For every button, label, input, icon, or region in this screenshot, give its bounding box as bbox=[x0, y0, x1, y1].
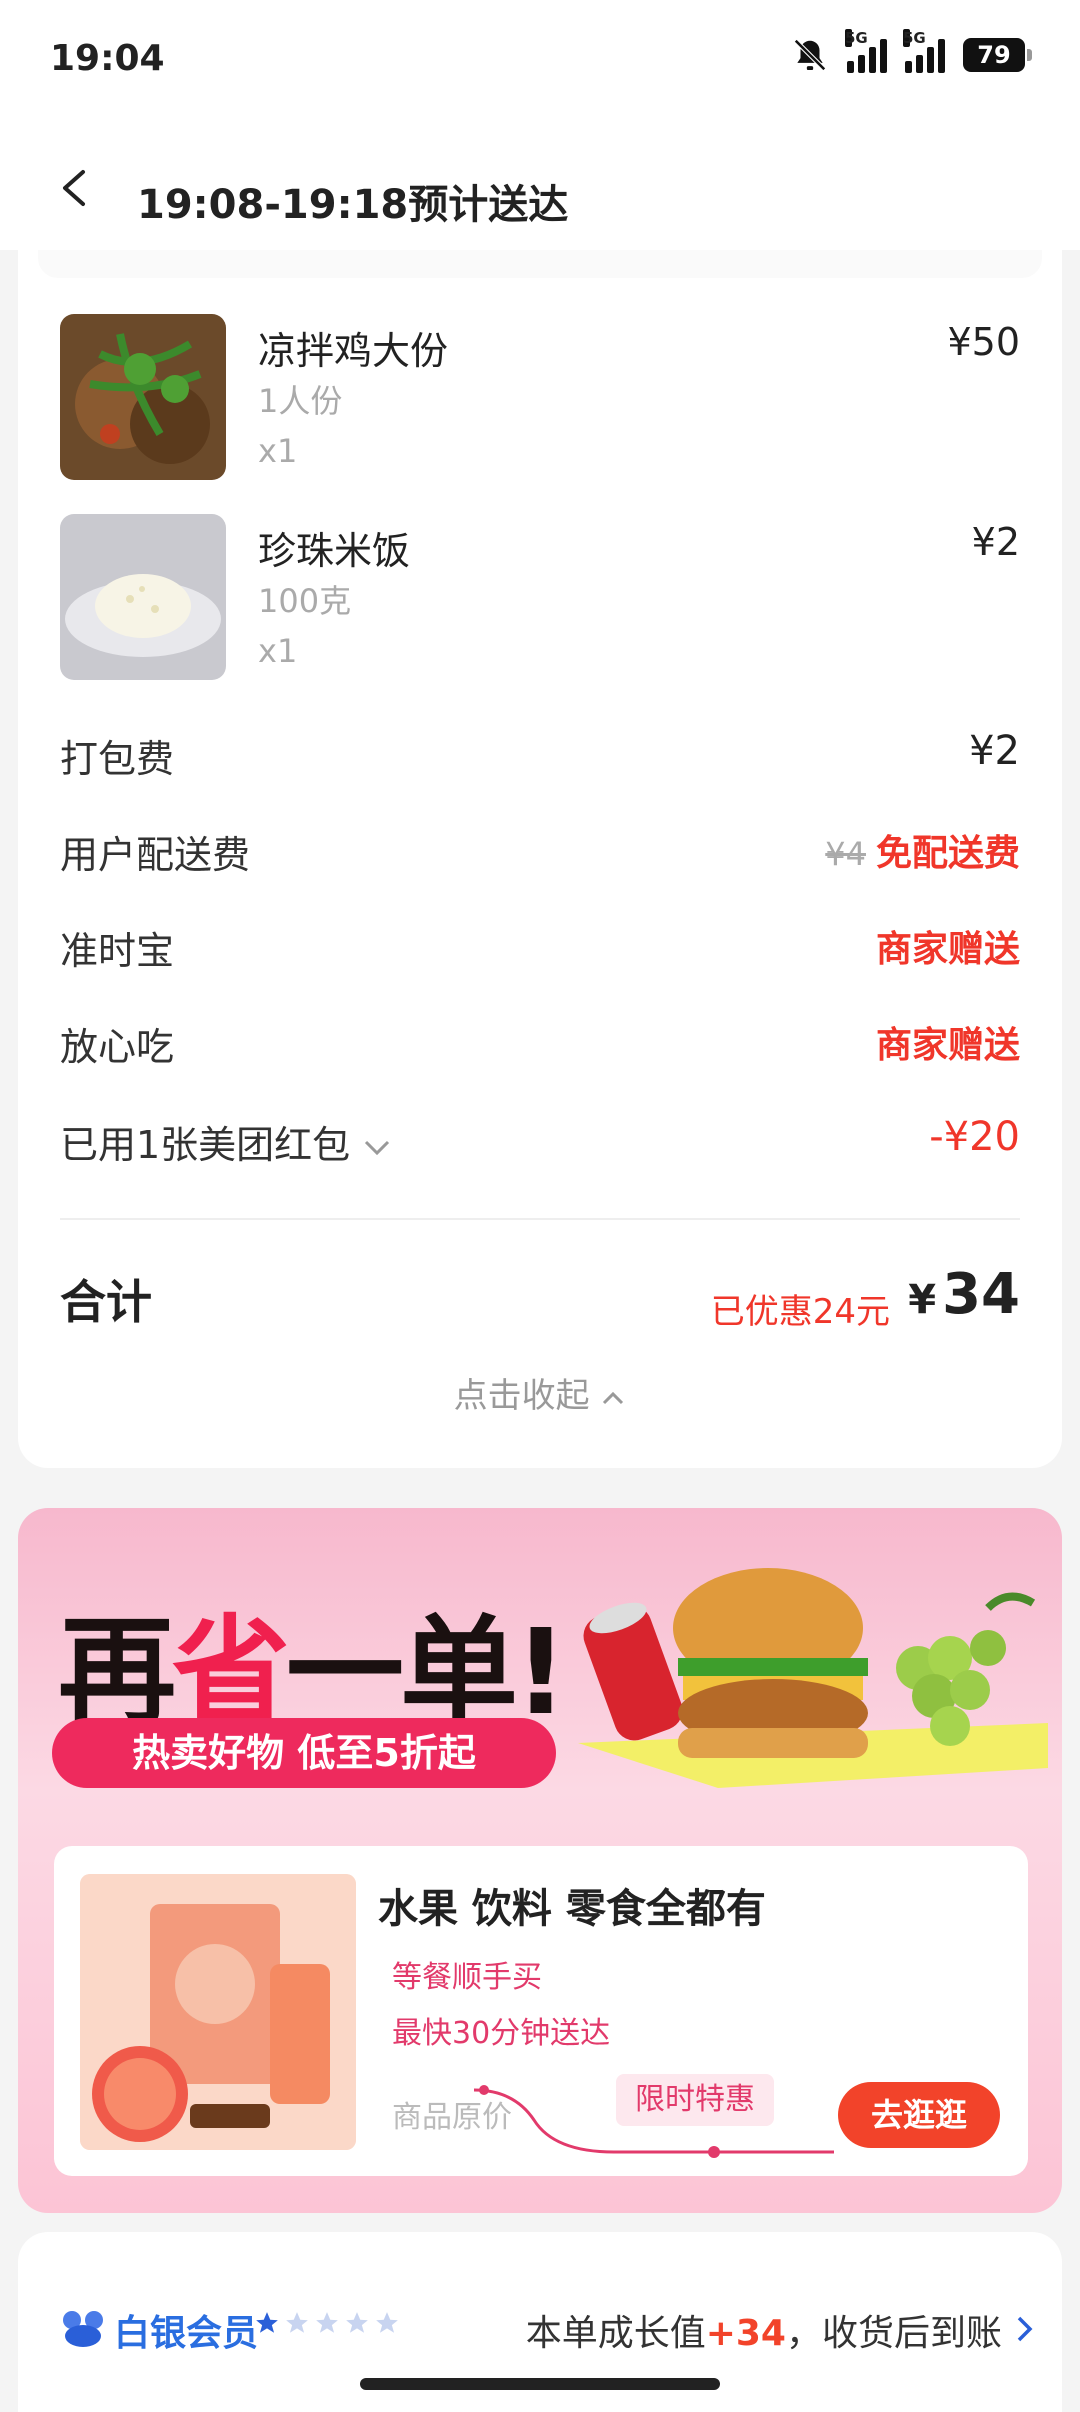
item-spec: 1人份 bbox=[258, 382, 343, 420]
original-price-label: 商品原价 bbox=[392, 2100, 512, 2135]
promo-pill: 热卖好物 低至5折起 bbox=[52, 1718, 556, 1788]
card-top-strip bbox=[38, 250, 1042, 278]
growth-value-text: 本单成长值+34，收货后到账 bbox=[526, 2304, 1002, 2356]
divider bbox=[60, 1218, 1020, 1220]
fee-value: 商家赠送 bbox=[875, 1025, 1020, 1066]
packing-fee-row: 打包费 ¥2 bbox=[60, 728, 1020, 788]
product-card-delivery-time: 最快30分钟送达 bbox=[392, 2016, 611, 2051]
item-price: ¥50 bbox=[947, 320, 1020, 364]
ontime-row: 准时宝 商家赠送 bbox=[60, 920, 1020, 980]
chevron-up-icon bbox=[603, 1391, 624, 1404]
promo-product-card[interactable]: 水果 饮料 零食全都有 等餐顺手买 最快30分钟送达 商品原价 限时特惠 去逛逛 bbox=[54, 1846, 1028, 2176]
product-card-title: 水果 饮料 零食全都有 bbox=[378, 1886, 766, 1932]
order-item: 珍珠米饭 100克 x1 ¥2 bbox=[60, 514, 1020, 684]
network-label-1: 5G bbox=[845, 29, 868, 47]
back-arrow-icon[interactable] bbox=[55, 168, 95, 208]
item-name: 珍珠米饭 bbox=[258, 529, 411, 573]
currency-symbol: ¥ bbox=[908, 1277, 937, 1323]
status-time: 19:04 bbox=[50, 38, 165, 79]
status-bar: 19:04 5G 5G 79 bbox=[0, 0, 1080, 120]
member-level: 白银会员 bbox=[114, 2313, 259, 2354]
item-price: ¥2 bbox=[971, 520, 1020, 564]
collapse-text: 点击收起 bbox=[453, 1376, 590, 1416]
free-delivery-label: 免配送费 bbox=[875, 833, 1020, 874]
mute-icon bbox=[794, 39, 826, 71]
star-icon-empty bbox=[376, 2312, 398, 2333]
item-quantity: x1 bbox=[258, 632, 298, 670]
growth-points: +34 bbox=[705, 2313, 786, 2354]
saved-amount: 已优惠24元 bbox=[710, 1292, 890, 1332]
coupon-value: -¥20 bbox=[929, 1114, 1020, 1160]
item-spec: 100克 bbox=[258, 582, 352, 620]
coupon-label[interactable]: 已用1张美团红包 bbox=[60, 1114, 392, 1169]
coupon-row[interactable]: 已用1张美团红包 -¥20 bbox=[60, 1114, 1020, 1174]
signal-icon-2: 5G bbox=[903, 29, 945, 73]
fee-value: ¥2 bbox=[969, 728, 1020, 774]
home-indicator[interactable] bbox=[360, 2378, 720, 2390]
collapse-button[interactable]: 点击收起 bbox=[18, 1368, 1062, 1417]
fee-label: 放心吃 bbox=[60, 1025, 175, 1069]
star-icon-empty bbox=[346, 2312, 368, 2333]
signal-icon-1: 5G bbox=[845, 29, 887, 73]
fee-label: 打包费 bbox=[60, 737, 175, 781]
original-delivery-fee: ¥4 bbox=[825, 835, 866, 873]
product-image bbox=[80, 1874, 356, 2150]
page-title: 19:08-19:18预计送达 bbox=[137, 182, 569, 228]
total-number: 34 bbox=[942, 1262, 1020, 1327]
total-label: 合计 bbox=[60, 1275, 152, 1329]
food-safety-row: 放心吃 商家赠送 bbox=[60, 1016, 1020, 1076]
order-detail-card: 凉拌鸡大份 1人份 x1 ¥50 珍珠米饭 100克 x1 ¥2 打包费 ¥2 … bbox=[18, 250, 1062, 1468]
member-badge-icon bbox=[63, 2311, 103, 2347]
coupon-text: 已用1张美团红包 bbox=[60, 1123, 351, 1167]
order-item: 凉拌鸡大份 1人份 x1 ¥50 bbox=[60, 314, 1020, 484]
star-icon-filled bbox=[256, 2312, 278, 2333]
header: 19:08-19:18预计送达 bbox=[0, 120, 1080, 250]
status-icons: 5G 5G 79 bbox=[791, 29, 1032, 74]
fee-value: 商家赠送 bbox=[875, 929, 1020, 970]
total-amount: ¥34 bbox=[908, 1262, 1020, 1327]
star-icon-empty bbox=[286, 2312, 308, 2333]
food-thumbnail-chicken bbox=[60, 314, 226, 480]
food-thumbnail-rice bbox=[60, 514, 226, 680]
growth-text-after: ，收货后到账 bbox=[785, 2313, 1002, 2354]
fee-label: 用户配送费 bbox=[60, 833, 251, 877]
fee-value: ¥4 免配送费 bbox=[825, 824, 1020, 876]
network-label-2: 5G bbox=[903, 29, 926, 47]
delivery-fee-row: 用户配送费 ¥4 免配送费 bbox=[60, 824, 1020, 884]
fee-label: 准时宝 bbox=[60, 929, 175, 973]
product-card-subtitle: 等餐顺手买 bbox=[392, 1960, 542, 1995]
promo-banner[interactable]: 再省一单! 热卖好物 低至5折起 水果 饮料 零食全都有 等餐顺手买 最快30分… bbox=[18, 1508, 1062, 2213]
chevron-down-icon bbox=[365, 1140, 390, 1155]
chevron-right-icon bbox=[1017, 2316, 1033, 2342]
go-shopping-button[interactable]: 去逛逛 bbox=[838, 2082, 1000, 2148]
growth-text-before: 本单成长值 bbox=[525, 2313, 706, 2354]
member-stars bbox=[254, 2310, 400, 2336]
star-icon-empty bbox=[316, 2312, 338, 2333]
limited-offer-tag: 限时特惠 bbox=[616, 2074, 774, 2126]
item-quantity: x1 bbox=[258, 432, 298, 470]
burger-drink-illustration bbox=[578, 1568, 1048, 1788]
battery-icon: 79 bbox=[963, 38, 1032, 72]
item-name: 凉拌鸡大份 bbox=[258, 329, 449, 373]
